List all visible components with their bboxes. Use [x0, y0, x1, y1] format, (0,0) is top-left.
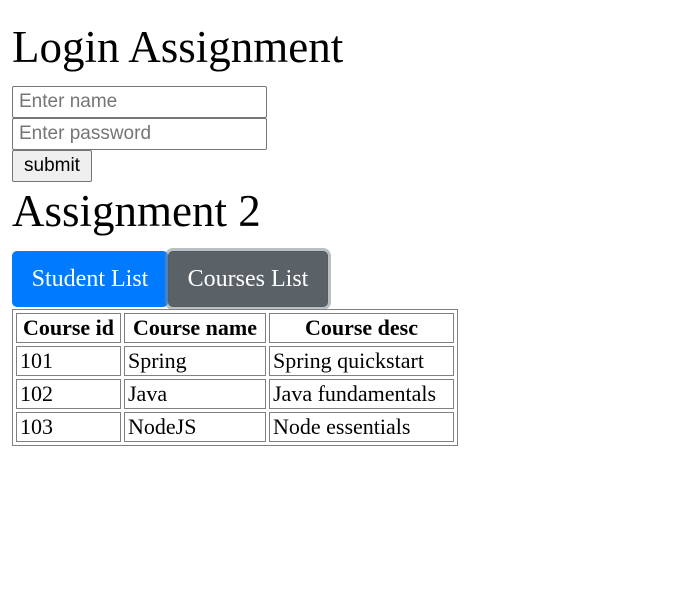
table-header-row: Course id Course name Course desc	[16, 313, 454, 343]
table-row: 101 Spring Spring quickstart	[16, 346, 454, 376]
password-input[interactable]	[12, 118, 267, 150]
table-row: 103 NodeJS Node essentials	[16, 412, 454, 442]
header-course-desc: Course desc	[269, 313, 454, 343]
course-id-cell: 101	[16, 346, 121, 376]
course-id-cell: 102	[16, 379, 121, 409]
header-course-name: Course name	[124, 313, 266, 343]
assignment-2-title: Assignment 2	[12, 186, 261, 236]
course-desc-cell: Spring quickstart	[269, 346, 454, 376]
course-id-cell: 103	[16, 412, 121, 442]
course-name-cell: Spring	[124, 346, 266, 376]
page: Login Assignment submit Assignment 2 Stu…	[0, 0, 677, 593]
header-course-id: Course id	[16, 313, 121, 343]
submit-button[interactable]: submit	[12, 150, 92, 182]
course-desc-cell: Node essentials	[269, 412, 454, 442]
table-row: 102 Java Java fundamentals	[16, 379, 454, 409]
student-list-button[interactable]: Student List	[12, 251, 168, 307]
course-name-cell: NodeJS	[124, 412, 266, 442]
login-title: Login Assignment	[12, 22, 344, 72]
courses-table: Course id Course name Course desc 101 Sp…	[12, 309, 458, 446]
course-name-cell: Java	[124, 379, 266, 409]
name-input[interactable]	[12, 86, 267, 118]
courses-list-button[interactable]: Courses List	[168, 251, 328, 307]
course-desc-cell: Java fundamentals	[269, 379, 454, 409]
